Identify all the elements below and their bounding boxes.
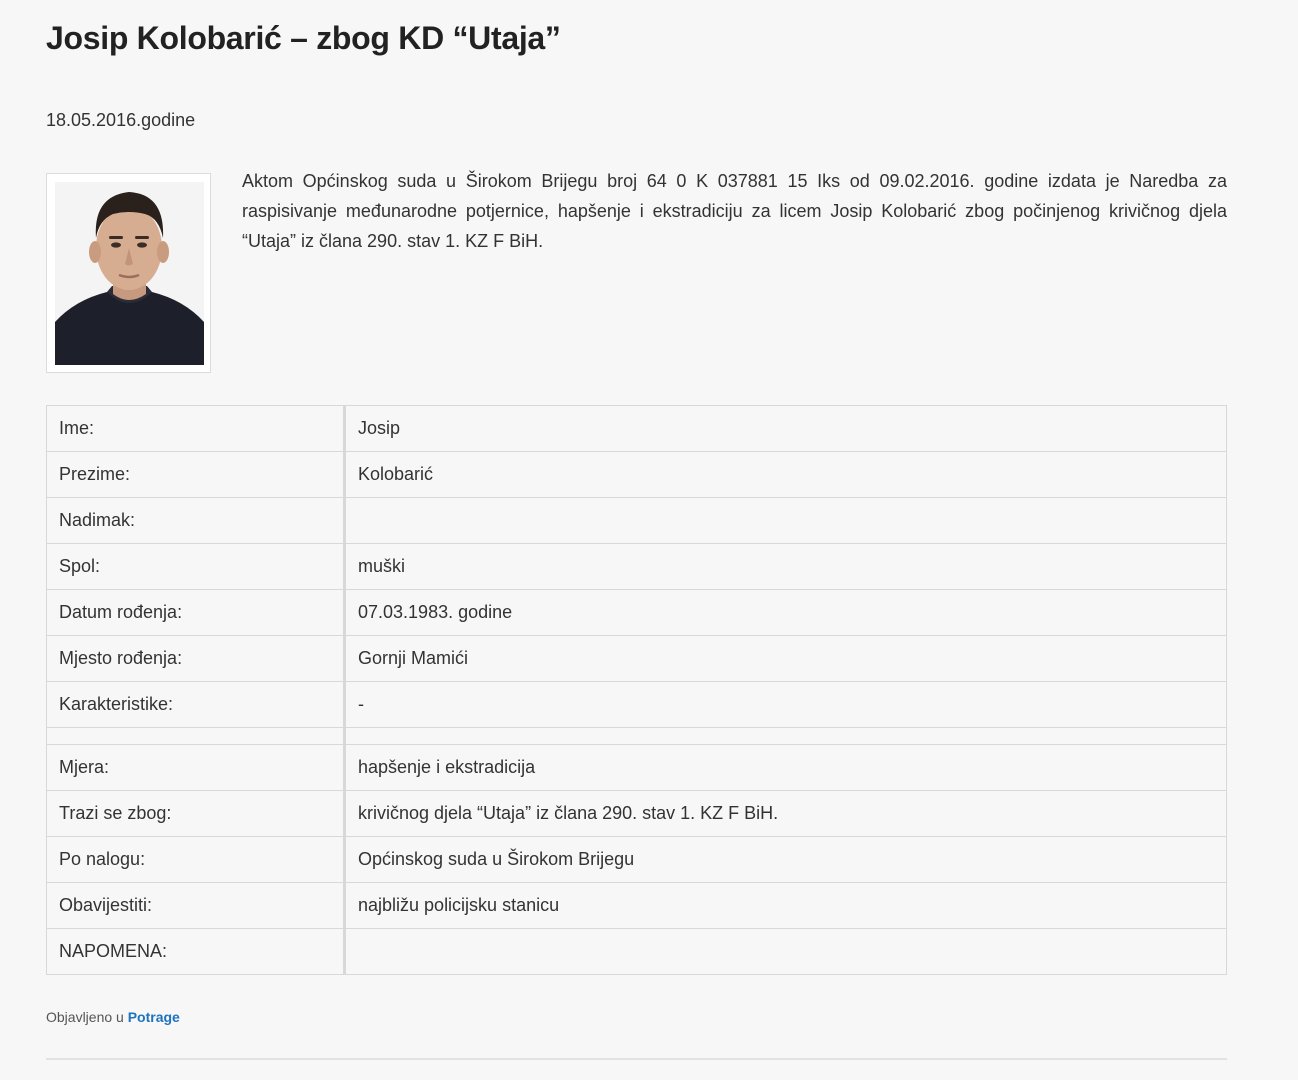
table-row: Trazi se zbog: krivičnog djela “Utaja” i… bbox=[46, 790, 1227, 837]
row-value: Kolobarić bbox=[344, 451, 1227, 498]
table-row: Mjesto rođenja: Gornji Mamići bbox=[46, 635, 1227, 682]
row-label: Prezime: bbox=[46, 451, 346, 498]
table-row: Mjera: hapšenje i ekstradicija bbox=[46, 744, 1227, 791]
spacer-cell bbox=[46, 727, 346, 745]
row-value: najbližu policijsku stanicu bbox=[344, 882, 1227, 929]
row-value bbox=[344, 497, 1227, 544]
divider bbox=[46, 1058, 1227, 1060]
table-row: Datum rođenja: 07.03.1983. godine bbox=[46, 589, 1227, 636]
row-value bbox=[344, 928, 1227, 975]
row-label: Datum rođenja: bbox=[46, 589, 346, 636]
article-title: Josip Kolobarić – zbog KD “Utaja” bbox=[46, 20, 561, 56]
table-row: Obavijestiti: najbližu policijsku stanic… bbox=[46, 882, 1227, 929]
row-label: Trazi se zbog: bbox=[46, 790, 346, 837]
suspect-photo[interactable] bbox=[55, 182, 204, 365]
table-spacer-row bbox=[46, 727, 1227, 745]
row-value: - bbox=[344, 681, 1227, 728]
row-label: Mjera: bbox=[46, 744, 346, 791]
row-value: muški bbox=[344, 543, 1227, 590]
row-label: Karakteristike: bbox=[46, 681, 346, 728]
details-table: Ime: Josip Prezime: Kolobarić Nadimak: S… bbox=[46, 405, 1227, 975]
row-value: 07.03.1983. godine bbox=[344, 589, 1227, 636]
publish-date: 18.05.2016.godine bbox=[46, 110, 196, 130]
row-value: krivičnog djela “Utaja” iz člana 290. st… bbox=[344, 790, 1227, 837]
row-value: Općinskog suda u Širokom Brijegu bbox=[344, 836, 1227, 883]
table-row: Po nalogu: Općinskog suda u Širokom Brij… bbox=[46, 836, 1227, 883]
row-label: Mjesto rođenja: bbox=[46, 635, 346, 682]
row-value: Josip bbox=[344, 405, 1227, 452]
suspect-photo-frame bbox=[46, 173, 211, 373]
table-row: Spol: muški bbox=[46, 543, 1227, 590]
row-value: Gornji Mamići bbox=[344, 635, 1227, 682]
row-label: Po nalogu: bbox=[46, 836, 346, 883]
row-label: Spol: bbox=[46, 543, 346, 590]
table-row: Karakteristike: - bbox=[46, 681, 1227, 728]
posted-in-label: Objavljeno u bbox=[46, 1009, 124, 1025]
table-row: Ime: Josip bbox=[46, 405, 1227, 452]
warrant-description: Aktom Općinskog suda u Širokom Brijegu b… bbox=[242, 171, 1227, 251]
row-label: Nadimak: bbox=[46, 497, 346, 544]
post-meta: Objavljeno u Potrage bbox=[46, 1009, 180, 1025]
table-row: NAPOMENA: bbox=[46, 928, 1227, 975]
category-link[interactable]: Potrage bbox=[128, 1009, 180, 1025]
row-value: hapšenje i ekstradicija bbox=[344, 744, 1227, 791]
row-label: Ime: bbox=[46, 405, 346, 452]
row-label: NAPOMENA: bbox=[46, 928, 346, 975]
table-row: Nadimak: bbox=[46, 497, 1227, 544]
table-row: Prezime: Kolobarić bbox=[46, 451, 1227, 498]
row-label: Obavijestiti: bbox=[46, 882, 346, 929]
spacer-cell bbox=[344, 727, 1227, 745]
